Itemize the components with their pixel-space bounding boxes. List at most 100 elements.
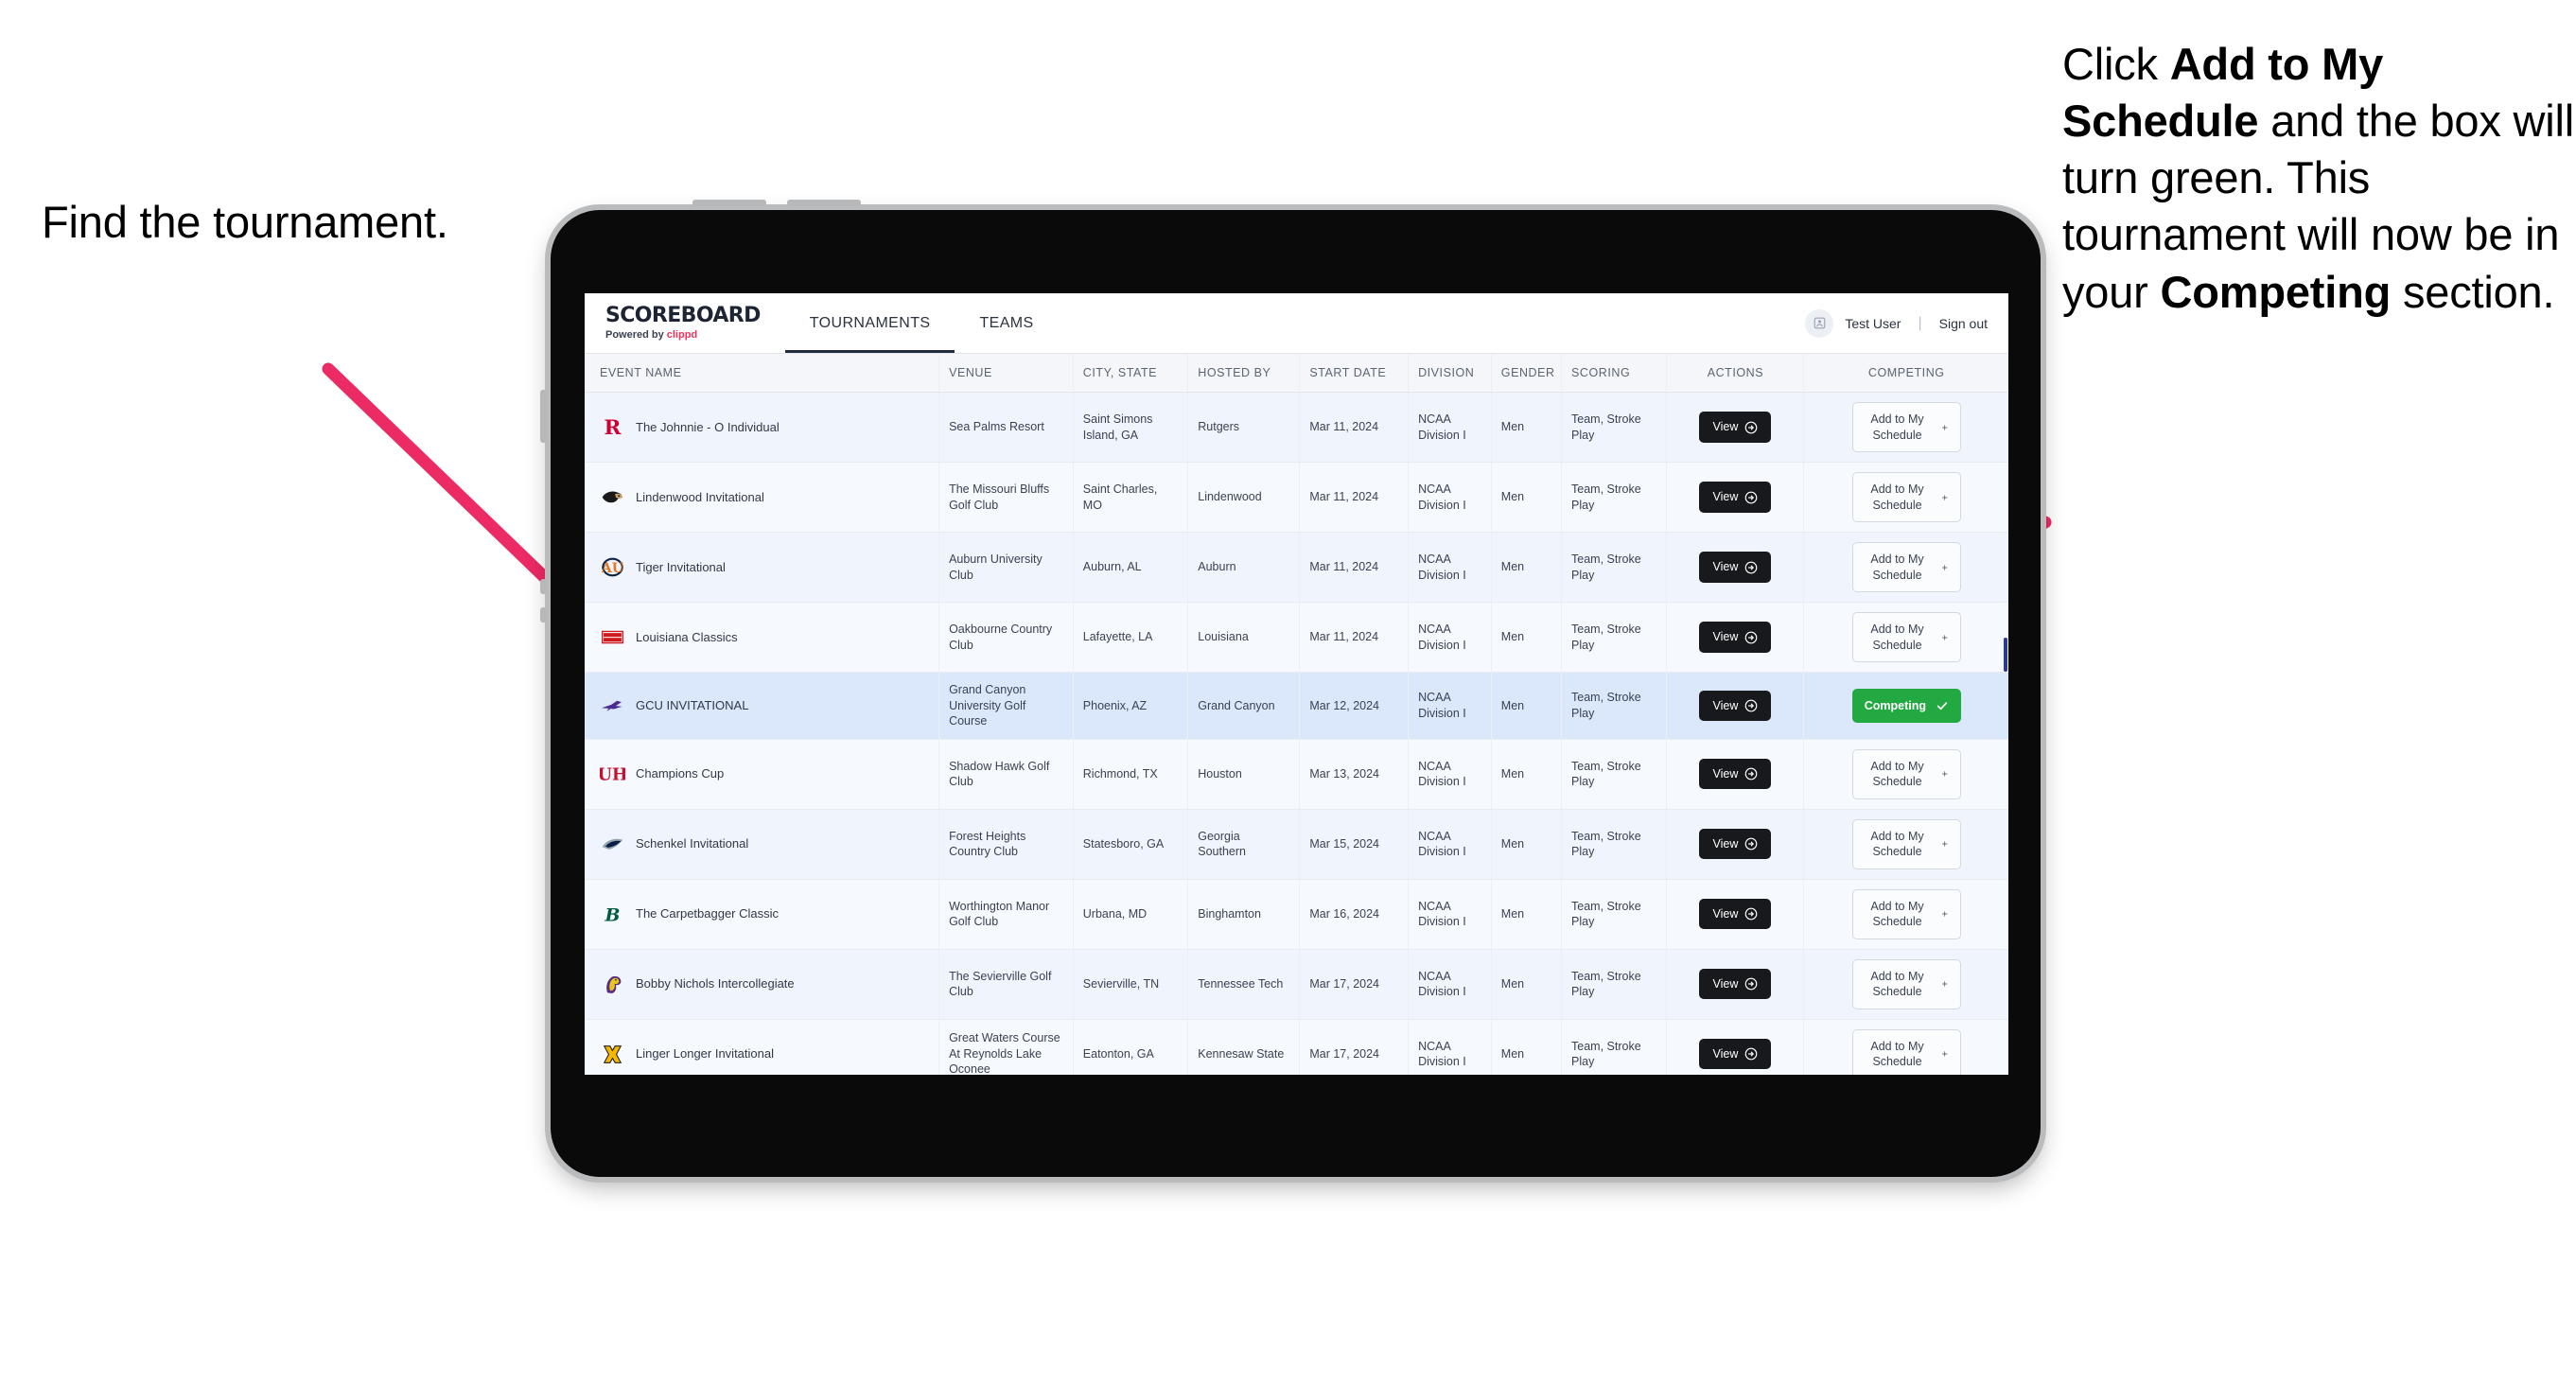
cell-scoring: Team, Stroke Play	[1561, 809, 1668, 880]
add-to-my-schedule-button[interactable]: Add to My Schedule	[1851, 748, 1961, 799]
add-to-my-schedule-button[interactable]: Add to My Schedule	[1851, 888, 1961, 939]
cell-actions: View	[1666, 949, 1805, 1020]
view-button[interactable]: View	[1699, 482, 1772, 513]
app-navbar: SCOREBOARD Powered by clippd TOURNAMENTS…	[585, 293, 2008, 354]
brand-subtitle: Powered by clippd	[605, 330, 761, 341]
cell-gender: Men	[1491, 809, 1563, 880]
cell-venue: Sea Palms Resort	[938, 392, 1074, 463]
cell-scoring: Team, Stroke Play	[1561, 739, 1668, 810]
cell-competing: Add to My Schedule	[1803, 462, 2008, 533]
cell-scoring: Team, Stroke Play	[1561, 392, 1668, 463]
tennessee-tech-logo	[600, 972, 625, 997]
check-icon	[1936, 699, 1949, 712]
tournaments-table: EVENT NAME VENUE CITY, STATE HOSTED BY S…	[585, 354, 2008, 1075]
brand-logo[interactable]: SCOREBOARD Powered by clippd	[585, 293, 785, 353]
view-button-label: View	[1712, 906, 1739, 921]
view-button[interactable]: View	[1699, 828, 1772, 860]
plus-icon	[1941, 978, 1948, 990]
cell-actions: View	[1666, 879, 1805, 950]
tablet-power-button	[540, 390, 547, 443]
add-to-my-schedule-button[interactable]: Add to My Schedule	[1851, 612, 1961, 662]
cell-city-state: Urbana, MD	[1073, 879, 1189, 950]
view-button[interactable]: View	[1699, 758, 1772, 790]
table-body: The Johnnie - O Individual Sea Palms Reso…	[585, 392, 2008, 1075]
cell-gender: Men	[1491, 462, 1563, 533]
cell-start-date: Mar 17, 2024	[1299, 1019, 1410, 1075]
cell-venue: The Missouri Bluffs Golf Club	[938, 462, 1074, 533]
cell-actions: View	[1666, 392, 1805, 463]
view-button-label: View	[1712, 560, 1739, 574]
table-row[interactable]: Bobby Nichols Intercollegiate The Sevierv…	[585, 949, 2008, 1020]
table-row[interactable]: Tiger Invitational Auburn University Club…	[585, 532, 2008, 603]
table-row[interactable]: Linger Longer Invitational Great Waters C…	[585, 1019, 2008, 1075]
annotation-right-part-4: section.	[2391, 266, 2555, 317]
binghamton-logo	[600, 902, 625, 927]
table-row[interactable]: Louisiana Classics Oakbourne Country Club…	[585, 602, 2008, 673]
table-row[interactable]: GCU INVITATIONAL Grand Canyon University …	[585, 672, 2008, 740]
cell-hosted-by: Kennesaw State	[1187, 1019, 1301, 1075]
cell-city-state: Saint Charles, MO	[1073, 462, 1189, 533]
cell-gender: Men	[1491, 602, 1563, 673]
cell-gender: Men	[1491, 1019, 1563, 1075]
cell-gender: Men	[1491, 879, 1563, 950]
cell-actions: View	[1666, 532, 1805, 603]
competing-button[interactable]: Competing	[1851, 688, 1961, 723]
col-gender: GENDER	[1491, 354, 1563, 393]
cell-start-date: Mar 13, 2024	[1299, 739, 1410, 810]
table-row[interactable]: Champions Cup Shadow Hawk Golf Club Richmo…	[585, 739, 2008, 810]
view-button[interactable]: View	[1699, 1038, 1772, 1070]
cell-scoring: Team, Stroke Play	[1561, 1019, 1668, 1075]
cell-start-date: Mar 17, 2024	[1299, 949, 1410, 1020]
plus-icon	[1941, 1048, 1948, 1060]
circle-arrow-right-icon	[1744, 837, 1758, 851]
add-to-my-schedule-button[interactable]: Add to My Schedule	[1851, 818, 1961, 869]
table-row[interactable]: The Carpetbagger Classic Worthington Mano…	[585, 879, 2008, 950]
cell-event-name: Linger Longer Invitational	[585, 1019, 940, 1075]
sign-out-link[interactable]: Sign out	[1939, 316, 1988, 331]
event-name-label: The Johnnie - O Individual	[636, 419, 780, 434]
cell-event-name: GCU INVITATIONAL	[585, 672, 940, 740]
cell-city-state: Eatonton, GA	[1073, 1019, 1189, 1075]
table-row[interactable]: Schenkel Invitational Forest Heights Coun…	[585, 809, 2008, 880]
cell-venue: Great Waters Course At Reynolds Lake Oco…	[938, 1019, 1074, 1075]
user-avatar-icon[interactable]	[1805, 308, 1834, 338]
annotation-right-part-3: Competing	[2160, 266, 2392, 317]
add-to-my-schedule-button[interactable]: Add to My Schedule	[1851, 542, 1961, 592]
cell-venue: Oakbourne Country Club	[938, 602, 1074, 673]
view-button[interactable]: View	[1699, 898, 1772, 930]
add-to-my-schedule-button[interactable]: Add to My Schedule	[1851, 402, 1961, 452]
view-button[interactable]: View	[1699, 690, 1772, 721]
add-to-my-schedule-label: Add to My Schedule	[1870, 1039, 1924, 1069]
view-button[interactable]: View	[1699, 552, 1772, 583]
tablet-volume-button-2	[787, 200, 861, 206]
cell-event-name: The Johnnie - O Individual	[585, 392, 940, 463]
col-venue: VENUE	[938, 354, 1074, 393]
table-row[interactable]: Lindenwood Invitational The Missouri Bluf…	[585, 462, 2008, 533]
cell-competing: Add to My Schedule	[1803, 949, 2008, 1020]
lindenwood-logo	[600, 484, 625, 510]
cell-city-state: Saint Simons Island, GA	[1073, 392, 1189, 463]
event-name-label: Bobby Nichols Intercollegiate	[636, 976, 795, 991]
table-header-row: EVENT NAME VENUE CITY, STATE HOSTED BY S…	[585, 354, 2008, 393]
table-row[interactable]: The Johnnie - O Individual Sea Palms Reso…	[585, 392, 2008, 463]
cell-scoring: Team, Stroke Play	[1561, 462, 1668, 533]
view-button[interactable]: View	[1699, 412, 1772, 443]
view-button-label: View	[1712, 420, 1739, 434]
add-to-my-schedule-button[interactable]: Add to My Schedule	[1851, 472, 1961, 522]
view-button[interactable]: View	[1699, 968, 1772, 1000]
annotation-left: Find the tournament.	[42, 197, 448, 247]
cell-competing: Add to My Schedule	[1803, 739, 2008, 810]
houston-logo	[600, 762, 625, 787]
vertical-scrollbar-thumb[interactable]	[2004, 638, 2007, 672]
tab-teams[interactable]: TEAMS	[955, 293, 1058, 353]
add-to-my-schedule-button[interactable]: Add to My Schedule	[1851, 958, 1961, 1009]
cell-venue: The Sevierville Golf Club	[938, 949, 1074, 1020]
tablet-sensor-2	[540, 607, 547, 623]
col-actions: ACTIONS	[1666, 354, 1805, 393]
cell-scoring: Team, Stroke Play	[1561, 879, 1668, 950]
add-to-my-schedule-button[interactable]: Add to My Schedule	[1851, 1028, 1961, 1075]
cell-actions: View	[1666, 602, 1805, 673]
add-to-my-schedule-label: Add to My Schedule	[1870, 829, 1924, 859]
view-button[interactable]: View	[1699, 622, 1772, 653]
tab-tournaments[interactable]: TOURNAMENTS	[784, 293, 955, 353]
